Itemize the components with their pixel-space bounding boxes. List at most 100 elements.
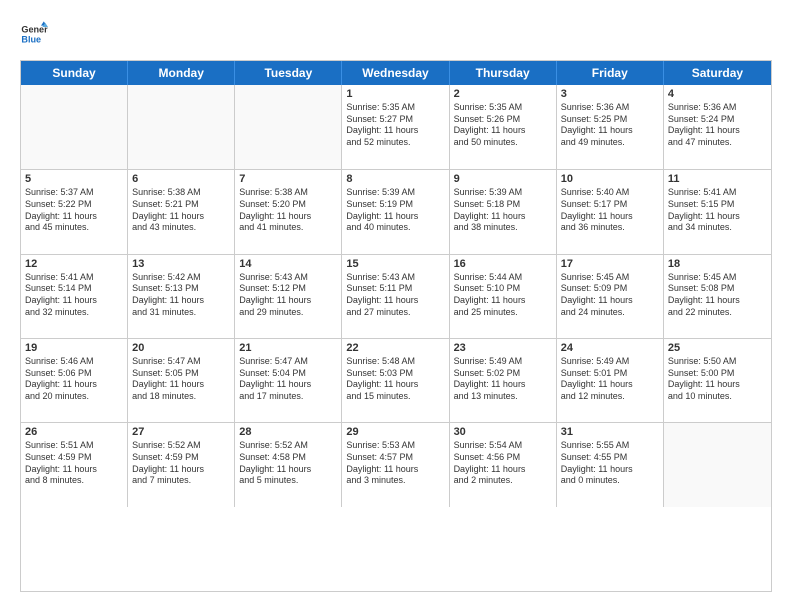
- day-cell-7: 7Sunrise: 5:38 AM Sunset: 5:20 PM Daylig…: [235, 170, 342, 253]
- day-cell-13: 13 Sunrise: 5:42 AM Sunset: 5:13 PM Dayli…: [128, 255, 235, 338]
- day-cell-2: 2 Sunrise: 5:35 AM Sunset: 5:26 PM Daylig…: [450, 85, 557, 169]
- day-cell-30: 30 Sunrise: 5:54 AM Sunset: 4:56 PM Dayli…: [450, 423, 557, 506]
- day-number: 9: [454, 173, 552, 185]
- day-number: 4: [668, 88, 767, 100]
- day-cell-1: 1 Sunrise: 5:35 AM Sunset: 5:27 PM Daylig…: [342, 85, 449, 169]
- day-info: Sunrise: 5:39 AM Sunset: 5:18 PM Dayligh…: [454, 187, 552, 234]
- day-cell-20: 20 Sunrise: 5:47 AM Sunset: 5:05 PM Dayli…: [128, 339, 235, 422]
- calendar-header: SundayMondayTuesdayWednesdayThursdayFrid…: [21, 61, 771, 85]
- day-number: 11: [668, 173, 767, 185]
- logo: General Blue: [20, 20, 52, 48]
- day-info: Sunrise: 5:41 AM Sunset: 5:14 PM Dayligh…: [25, 272, 123, 319]
- day-cell-25: 25Sunrise: 5:50 AM Sunset: 5:00 PM Dayli…: [664, 339, 771, 422]
- day-info: Sunrise: 5:47 AM Sunset: 5:05 PM Dayligh…: [132, 356, 230, 403]
- svg-text:Blue: Blue: [21, 34, 41, 44]
- page: General Blue SundayMondayTuesdayWednesda…: [0, 0, 792, 612]
- day-info: Sunrise: 5:36 AM Sunset: 5:24 PM Dayligh…: [668, 102, 767, 149]
- day-number: 18: [668, 258, 767, 270]
- day-info: Sunrise: 5:54 AM Sunset: 4:56 PM Dayligh…: [454, 440, 552, 487]
- day-info: Sunrise: 5:49 AM Sunset: 5:01 PM Dayligh…: [561, 356, 659, 403]
- day-info: Sunrise: 5:53 AM Sunset: 4:57 PM Dayligh…: [346, 440, 444, 487]
- day-number: 7: [239, 173, 337, 185]
- day-number: 1: [346, 88, 444, 100]
- day-info: Sunrise: 5:52 AM Sunset: 4:58 PM Dayligh…: [239, 440, 337, 487]
- day-number: 19: [25, 342, 123, 354]
- day-number: 8: [346, 173, 444, 185]
- day-cell-4: 4 Sunrise: 5:36 AM Sunset: 5:24 PM Daylig…: [664, 85, 771, 169]
- day-cell-10: 10 Sunrise: 5:40 AM Sunset: 5:17 PM Dayli…: [557, 170, 664, 253]
- day-header-friday: Friday: [557, 61, 664, 85]
- day-cell-26: 26 Sunrise: 5:51 AM Sunset: 4:59 PM Dayli…: [21, 423, 128, 506]
- day-cell-24: 24 Sunrise: 5:49 AM Sunset: 5:01 PM Dayli…: [557, 339, 664, 422]
- day-cell-11: 11 Sunrise: 5:41 AM Sunset: 5:15 PM Dayli…: [664, 170, 771, 253]
- day-header-saturday: Saturday: [664, 61, 771, 85]
- day-number: 14: [239, 258, 337, 270]
- header: General Blue: [20, 20, 772, 48]
- day-info: Sunrise: 5:41 AM Sunset: 5:15 PM Dayligh…: [668, 187, 767, 234]
- week-row-4: 26 Sunrise: 5:51 AM Sunset: 4:59 PM Dayli…: [21, 422, 771, 506]
- day-info: Sunrise: 5:45 AM Sunset: 5:08 PM Dayligh…: [668, 272, 767, 319]
- day-number: 10: [561, 173, 659, 185]
- day-info: Sunrise: 5:40 AM Sunset: 5:17 PM Dayligh…: [561, 187, 659, 234]
- day-cell-12: 12 Sunrise: 5:41 AM Sunset: 5:14 PM Dayli…: [21, 255, 128, 338]
- day-cell-22: 22 Sunrise: 5:48 AM Sunset: 5:03 PM Dayli…: [342, 339, 449, 422]
- week-row-3: 19 Sunrise: 5:46 AM Sunset: 5:06 PM Dayli…: [21, 338, 771, 422]
- week-row-1: 5Sunrise: 5:37 AM Sunset: 5:22 PM Daylig…: [21, 169, 771, 253]
- day-info: Sunrise: 5:52 AM Sunset: 4:59 PM Dayligh…: [132, 440, 230, 487]
- empty-cell-4-6: [664, 423, 771, 506]
- day-info: Sunrise: 5:51 AM Sunset: 4:59 PM Dayligh…: [25, 440, 123, 487]
- day-number: 16: [454, 258, 552, 270]
- day-info: Sunrise: 5:46 AM Sunset: 5:06 PM Dayligh…: [25, 356, 123, 403]
- day-number: 20: [132, 342, 230, 354]
- day-info: Sunrise: 5:43 AM Sunset: 5:11 PM Dayligh…: [346, 272, 444, 319]
- day-info: Sunrise: 5:36 AM Sunset: 5:25 PM Dayligh…: [561, 102, 659, 149]
- day-number: 26: [25, 426, 123, 438]
- day-info: Sunrise: 5:38 AM Sunset: 5:21 PM Dayligh…: [132, 187, 230, 234]
- day-header-sunday: Sunday: [21, 61, 128, 85]
- day-cell-9: 9 Sunrise: 5:39 AM Sunset: 5:18 PM Daylig…: [450, 170, 557, 253]
- calendar-body: 1 Sunrise: 5:35 AM Sunset: 5:27 PM Daylig…: [21, 85, 771, 591]
- day-number: 12: [25, 258, 123, 270]
- week-row-0: 1 Sunrise: 5:35 AM Sunset: 5:27 PM Daylig…: [21, 85, 771, 169]
- day-info: Sunrise: 5:44 AM Sunset: 5:10 PM Dayligh…: [454, 272, 552, 319]
- day-number: 24: [561, 342, 659, 354]
- day-cell-5: 5Sunrise: 5:37 AM Sunset: 5:22 PM Daylig…: [21, 170, 128, 253]
- day-cell-19: 19 Sunrise: 5:46 AM Sunset: 5:06 PM Dayli…: [21, 339, 128, 422]
- day-info: Sunrise: 5:50 AM Sunset: 5:00 PM Dayligh…: [668, 356, 767, 403]
- day-number: 22: [346, 342, 444, 354]
- day-cell-29: 29 Sunrise: 5:53 AM Sunset: 4:57 PM Dayli…: [342, 423, 449, 506]
- empty-cell-0-0: [21, 85, 128, 169]
- day-number: 31: [561, 426, 659, 438]
- day-number: 27: [132, 426, 230, 438]
- day-header-wednesday: Wednesday: [342, 61, 449, 85]
- day-number: 5: [25, 173, 123, 185]
- day-number: 23: [454, 342, 552, 354]
- day-info: Sunrise: 5:45 AM Sunset: 5:09 PM Dayligh…: [561, 272, 659, 319]
- day-number: 13: [132, 258, 230, 270]
- day-cell-6: 6 Sunrise: 5:38 AM Sunset: 5:21 PM Daylig…: [128, 170, 235, 253]
- empty-cell-0-1: [128, 85, 235, 169]
- day-cell-21: 21 Sunrise: 5:47 AM Sunset: 5:04 PM Dayli…: [235, 339, 342, 422]
- logo-icon: General Blue: [20, 20, 48, 48]
- day-number: 28: [239, 426, 337, 438]
- day-cell-17: 17 Sunrise: 5:45 AM Sunset: 5:09 PM Dayli…: [557, 255, 664, 338]
- day-cell-23: 23 Sunrise: 5:49 AM Sunset: 5:02 PM Dayli…: [450, 339, 557, 422]
- day-info: Sunrise: 5:42 AM Sunset: 5:13 PM Dayligh…: [132, 272, 230, 319]
- empty-cell-0-2: [235, 85, 342, 169]
- day-info: Sunrise: 5:48 AM Sunset: 5:03 PM Dayligh…: [346, 356, 444, 403]
- day-number: 17: [561, 258, 659, 270]
- day-info: Sunrise: 5:55 AM Sunset: 4:55 PM Dayligh…: [561, 440, 659, 487]
- week-row-2: 12 Sunrise: 5:41 AM Sunset: 5:14 PM Dayli…: [21, 254, 771, 338]
- day-number: 21: [239, 342, 337, 354]
- day-number: 2: [454, 88, 552, 100]
- day-info: Sunrise: 5:35 AM Sunset: 5:26 PM Dayligh…: [454, 102, 552, 149]
- day-number: 15: [346, 258, 444, 270]
- day-number: 6: [132, 173, 230, 185]
- day-header-thursday: Thursday: [450, 61, 557, 85]
- day-info: Sunrise: 5:35 AM Sunset: 5:27 PM Dayligh…: [346, 102, 444, 149]
- day-number: 30: [454, 426, 552, 438]
- day-cell-15: 15 Sunrise: 5:43 AM Sunset: 5:11 PM Dayli…: [342, 255, 449, 338]
- day-info: Sunrise: 5:47 AM Sunset: 5:04 PM Dayligh…: [239, 356, 337, 403]
- day-number: 29: [346, 426, 444, 438]
- day-info: Sunrise: 5:49 AM Sunset: 5:02 PM Dayligh…: [454, 356, 552, 403]
